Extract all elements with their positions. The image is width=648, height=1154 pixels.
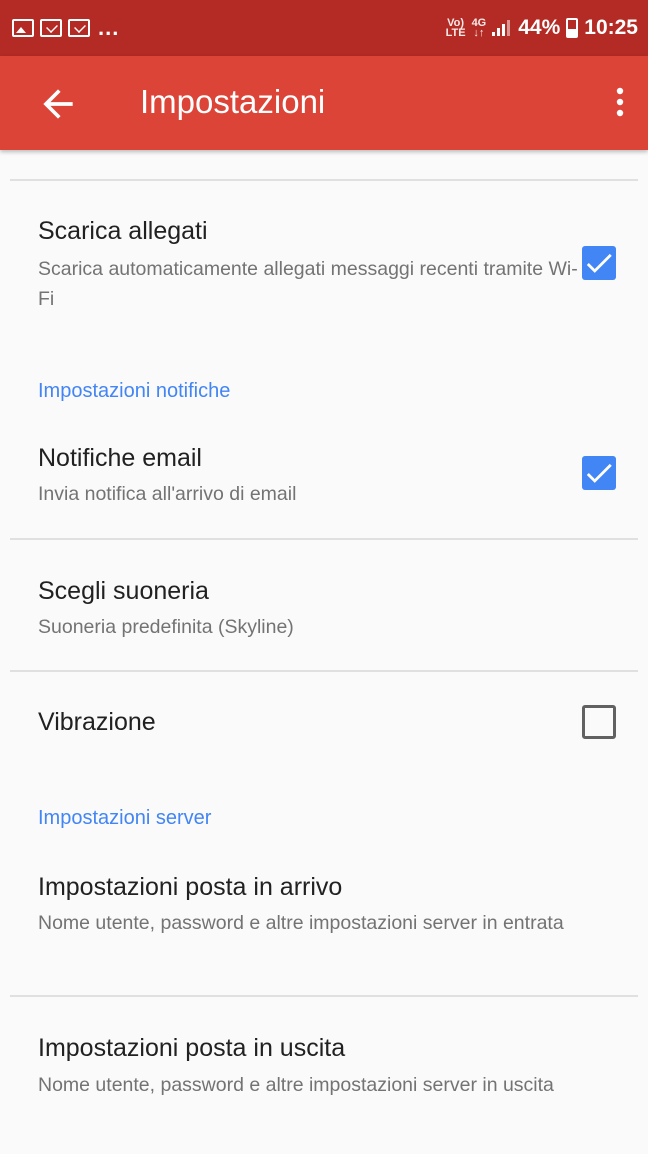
image-icon: [12, 19, 34, 37]
divider: [10, 670, 638, 672]
status-bar: ... Vo) LTE 4G ↓↑ 44% 10:25: [0, 0, 648, 56]
divider: [10, 995, 638, 997]
divider: [10, 538, 638, 540]
setting-title: Impostazioni posta in arrivo: [38, 873, 343, 901]
setting-title: Scegli suoneria: [38, 577, 209, 605]
page-title: Impostazioni: [140, 83, 326, 120]
notification-icons: ...: [12, 15, 119, 41]
volte-indicator: Vo) LTE: [445, 18, 466, 39]
setting-summary: Invia notifica all'arrivo di email: [38, 483, 297, 505]
vibration-checkbox[interactable]: [582, 705, 616, 739]
signal-icon: [492, 20, 512, 36]
setting-summary: Nome utente, password e altre impostazio…: [38, 1074, 554, 1096]
checkmark-icon: [586, 463, 612, 483]
battery-icon: [566, 18, 579, 38]
setting-title: Scarica allegati: [38, 217, 208, 245]
setting-title: Impostazioni posta in uscita: [38, 1034, 346, 1062]
section-header-notifications: Impostazioni notifiche: [38, 380, 231, 402]
download-attachments-checkbox[interactable]: [582, 246, 616, 280]
divider: [10, 179, 638, 181]
system-icons: Vo) LTE 4G ↓↑ 44% 10:25: [446, 16, 638, 40]
volte-label-bottom: LTE: [445, 27, 466, 39]
checkmark-icon: [586, 253, 612, 273]
overflow-menu-button[interactable]: [608, 81, 632, 125]
setting-title: Vibrazione: [38, 708, 156, 736]
setting-summary: Scarica automaticamente allegati messagg…: [38, 258, 578, 310]
section-header-server: Impostazioni server: [38, 807, 212, 829]
app-bar: Impostazioni: [0, 56, 648, 150]
clock: 10:25: [584, 16, 638, 39]
arrow-back-icon: [43, 89, 73, 119]
back-button[interactable]: [36, 82, 80, 126]
setting-title: Notifiche email: [38, 444, 202, 472]
more-notifications-indicator: ...: [98, 15, 120, 40]
data-label-bottom: ↓↑: [473, 27, 485, 39]
setting-summary: Suoneria predefinita (Skyline): [38, 616, 294, 638]
data-indicator: 4G ↓↑: [472, 18, 487, 39]
setting-summary: Nome utente, password e altre impostazio…: [38, 912, 564, 934]
battery-percent: 44%: [518, 16, 561, 39]
mail-icon: [40, 19, 62, 37]
mail-icon: [68, 19, 90, 37]
email-notifications-checkbox[interactable]: [582, 456, 616, 490]
more-vert-icon: [616, 87, 624, 117]
